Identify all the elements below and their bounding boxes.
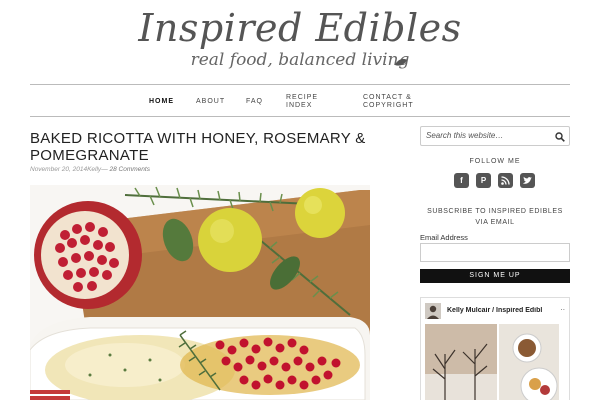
post-meta: November 20, 2014Kelly— 28 Comments bbox=[30, 166, 150, 173]
subscribe-label: SUBSCRIBE TO INSPIRED EDIBLES VIA EMAIL bbox=[427, 208, 563, 226]
nav-faq[interactable]: FAQ bbox=[246, 98, 263, 106]
rss-icon[interactable] bbox=[498, 173, 513, 188]
sign-me-up-button[interactable]: SIGN ME UP bbox=[420, 269, 570, 283]
hero-food-image bbox=[30, 185, 370, 400]
fb-profile-name[interactable]: Kelly Mulcair / Inspired Edibl bbox=[447, 307, 559, 314]
more-icon[interactable]: .. bbox=[561, 303, 565, 312]
avatar[interactable] bbox=[425, 303, 441, 319]
nav-home[interactable]: HOME bbox=[149, 98, 174, 106]
site-header: Inspired Edibles real food, balanced liv… bbox=[0, 0, 600, 84]
site-tagline: real food, balanced living bbox=[190, 50, 410, 70]
meta-separator: — bbox=[101, 166, 108, 173]
facebook-icon[interactable]: f bbox=[454, 173, 469, 188]
pinterest-icon[interactable]: P bbox=[476, 173, 491, 188]
nav-recipe-index[interactable]: RECIPE INDEX bbox=[286, 94, 320, 110]
nav-contact-copyright[interactable]: CONTACT & COPYRIGHT bbox=[363, 94, 419, 110]
email-input[interactable] bbox=[420, 243, 570, 262]
main-nav: HOME ABOUT FAQ RECIPE INDEX CONTACT & CO… bbox=[30, 84, 570, 117]
coffee-breakfast-photo[interactable] bbox=[499, 324, 559, 400]
facebook-widget: Kelly Mulcair / Inspired Edibl .. bbox=[420, 297, 570, 400]
email-label: Email Address bbox=[420, 233, 468, 242]
leaf-icon bbox=[395, 58, 407, 66]
site-logo-title[interactable]: Inspired Edibles bbox=[0, 6, 600, 50]
post-date: November 20, 2014 bbox=[30, 166, 88, 173]
post-author[interactable]: Kelly bbox=[87, 166, 101, 173]
social-links: f P bbox=[454, 173, 536, 188]
post-comments-link[interactable]: 28 Comments bbox=[110, 166, 150, 173]
search-input[interactable] bbox=[426, 131, 556, 140]
winter-trees-photo[interactable] bbox=[425, 324, 497, 400]
search-icon[interactable] bbox=[555, 132, 565, 142]
twitter-icon[interactable] bbox=[520, 173, 535, 188]
search-box bbox=[420, 126, 570, 146]
post-title[interactable]: BAKED RICOTTA WITH HONEY, ROSEMARY & POM… bbox=[30, 130, 390, 164]
nav-about[interactable]: ABOUT bbox=[196, 98, 225, 106]
follow-me-label: FOLLOW ME bbox=[469, 158, 521, 165]
